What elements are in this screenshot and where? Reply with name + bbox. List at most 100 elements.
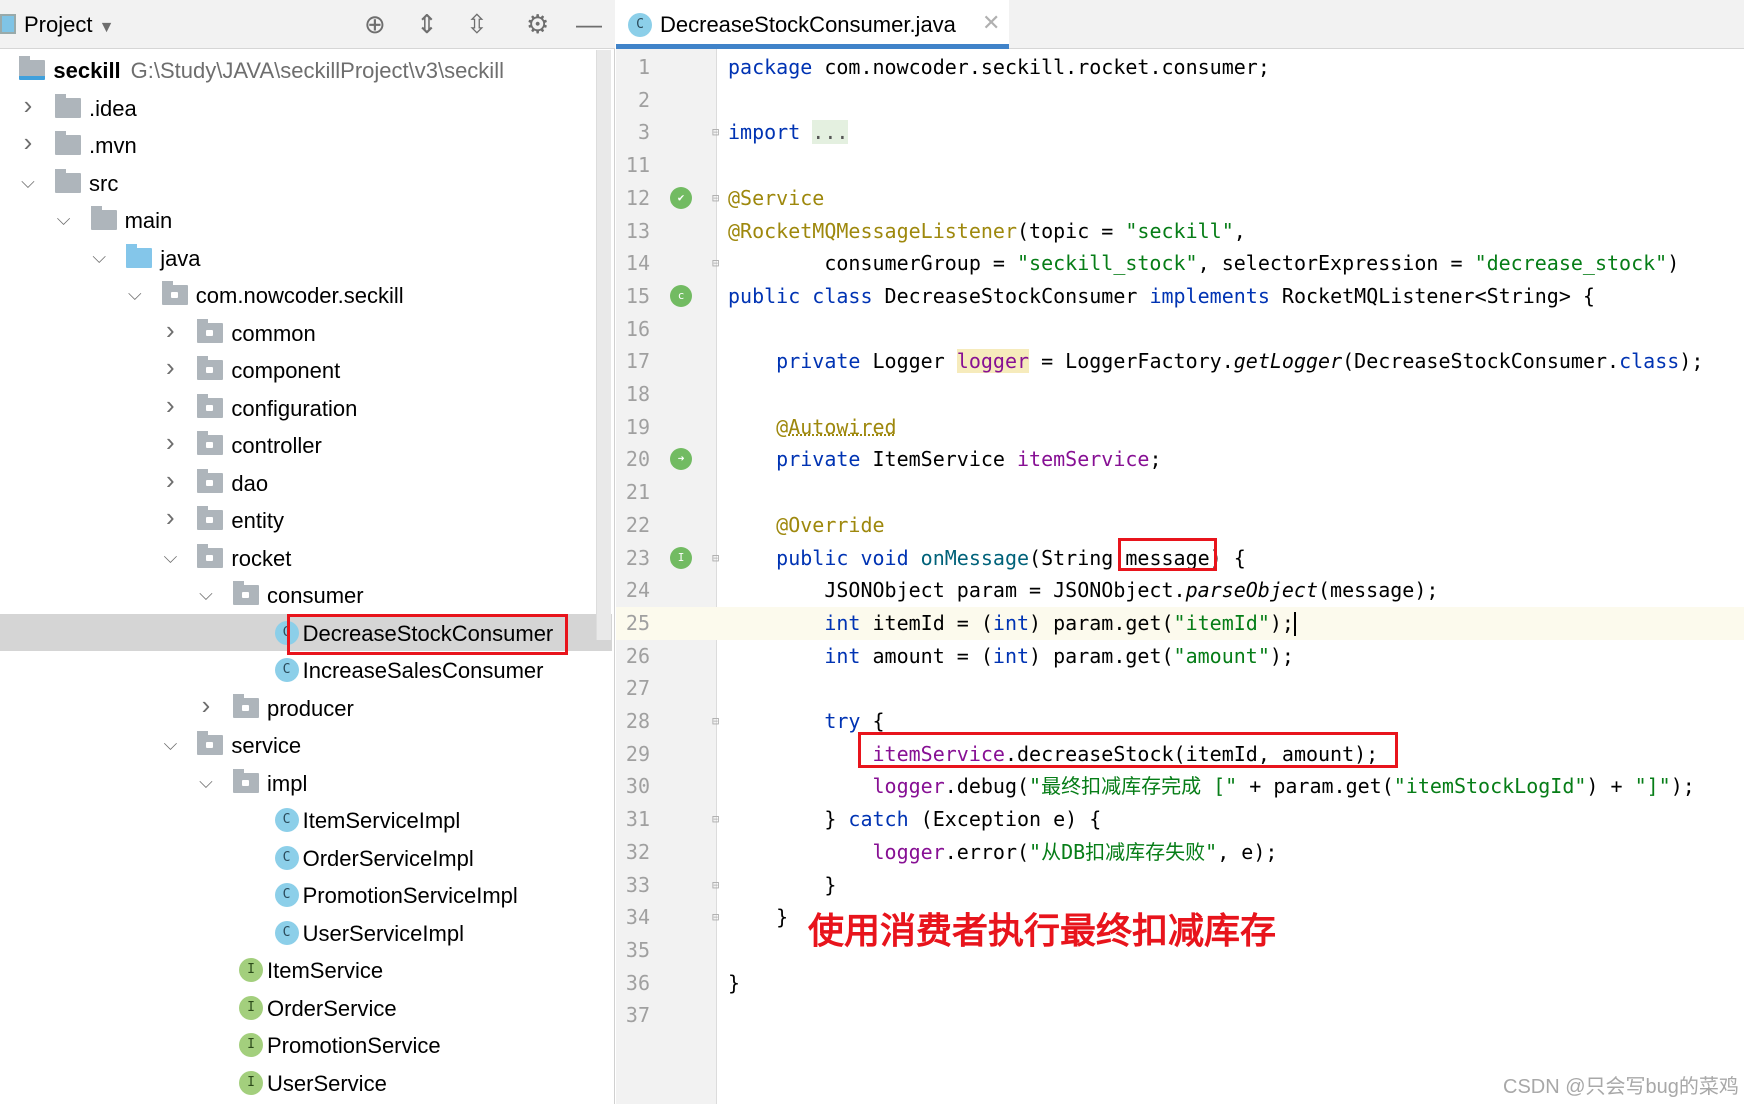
tree-item[interactable]: I OrderService <box>0 989 612 1027</box>
tree-item[interactable]: ⌵ consumer <box>0 576 612 614</box>
code-line[interactable]: 11 <box>616 149 1744 182</box>
tree-item[interactable]: C IncreaseSalesConsumer <box>0 651 612 689</box>
tree-item[interactable]: ⌵ impl <box>0 764 612 802</box>
tree-item[interactable]: › .mvn <box>0 126 612 164</box>
autowired-icon[interactable]: ➜ <box>670 448 692 471</box>
bean-class-icon[interactable]: c <box>670 284 692 307</box>
code-text: int itemId = (int) param.get("itemId"); <box>728 607 1296 640</box>
code-line[interactable]: 36} <box>616 967 1744 1000</box>
tree-item[interactable]: C PromotionServiceImpl <box>0 876 612 914</box>
tree-item[interactable]: › dao <box>0 464 612 502</box>
tree-item[interactable]: ⌵ java <box>0 239 612 277</box>
code-line[interactable]: 3 ⊟ import ... <box>616 116 1744 149</box>
tree-item[interactable]: I PromotionService <box>0 1026 612 1064</box>
chevron-right-icon[interactable]: › <box>18 90 38 121</box>
chevron-down-icon[interactable]: ⌵ <box>89 247 109 268</box>
tree-item[interactable]: ⌵ rocket <box>0 539 612 577</box>
code-line[interactable]: 1 package com.nowcoder.seckill.rocket.con… <box>616 51 1744 84</box>
tree-item[interactable]: ⌵ service <box>0 726 612 764</box>
collapse-all-icon[interactable]: ⇳ <box>466 10 488 38</box>
chevron-down-icon[interactable]: ⌵ <box>160 547 180 568</box>
code-line[interactable]: 25 int itemId = (int) param.get("itemId"… <box>616 606 1744 640</box>
chevron-right-icon[interactable]: › <box>160 390 180 421</box>
code-line[interactable]: 18 <box>616 378 1744 411</box>
chevron-right-icon[interactable]: › <box>160 465 180 496</box>
tree-item[interactable]: I UserService <box>0 1064 612 1102</box>
chevron-right-icon[interactable]: › <box>160 502 180 533</box>
chevron-down-icon[interactable]: ⌵ <box>18 172 38 193</box>
code-line[interactable]: 2 <box>616 84 1744 117</box>
expand-all-icon[interactable]: ⇕ <box>416 10 438 38</box>
code-line[interactable]: 30 logger.debug("最终扣减库存完成 [" + param.get… <box>616 770 1744 803</box>
fold-marker-icon[interactable]: ⊟ <box>712 803 719 836</box>
fold-marker-icon[interactable]: ⊟ <box>712 901 719 934</box>
code-line[interactable]: 19 @Autowired <box>616 411 1744 444</box>
tree-item[interactable]: C UserServiceImpl <box>0 914 612 952</box>
chevron-down-icon[interactable]: ⌵ <box>125 284 145 305</box>
tree-item[interactable]: ⌵ src <box>0 164 612 202</box>
tree-item[interactable]: › producer <box>0 689 612 727</box>
tree-item[interactable]: ⌵ com.nowcoder.seckill <box>0 276 612 314</box>
chevron-down-icon[interactable]: ⌵ <box>160 734 180 755</box>
chevron-down-icon[interactable]: ⌵ <box>196 584 216 605</box>
fold-marker-icon[interactable]: ⊟ <box>712 705 719 738</box>
tree-item[interactable]: › component <box>0 351 612 389</box>
tree-item[interactable]: › .idea <box>0 89 612 127</box>
line-number: 37 <box>625 1003 650 1028</box>
tree-item[interactable]: ⌵ seckill G:\Study\JAVA\seckillProject\v3\… <box>0 51 612 89</box>
chevron-right-icon[interactable]: › <box>160 352 180 383</box>
code-line[interactable]: 22 @Override <box>616 509 1744 542</box>
fold-marker-icon[interactable]: ⊟ <box>712 869 719 902</box>
code-line[interactable]: 16 <box>616 313 1744 346</box>
code-line[interactable]: 14 ⊟ consumerGroup = "seckill_stock", sel… <box>616 247 1744 280</box>
bean-check-icon[interactable]: ✔ <box>670 186 692 209</box>
fold-marker-icon[interactable]: ⊟ <box>712 542 719 575</box>
chevron-right-icon[interactable]: › <box>160 427 180 458</box>
close-icon[interactable]: ✕ <box>982 10 1000 36</box>
code-line[interactable]: 13 @RocketMQMessageListener(topic = "seck… <box>616 215 1744 248</box>
code-line[interactable]: 17 private Logger logger = LoggerFactory… <box>616 345 1744 378</box>
tree-item[interactable]: C OrderServiceImpl <box>0 839 612 877</box>
tab-decrease-stock-consumer[interactable]: C DecreaseStockConsumer.java ✕ <box>616 0 1009 49</box>
code-line[interactable]: 20 ➜ private ItemService itemService; <box>616 443 1744 476</box>
tree-item[interactable]: › common <box>0 314 612 352</box>
code-line[interactable]: 21 <box>616 476 1744 509</box>
chevron-down-icon[interactable]: ⌵ <box>196 772 216 793</box>
line-number: 14 <box>625 251 650 276</box>
code-line[interactable]: 37 <box>616 999 1744 1032</box>
gear-icon[interactable]: ⚙ <box>526 10 549 38</box>
minimize-icon[interactable]: — <box>576 10 602 38</box>
tree-item[interactable]: › entity <box>0 501 612 539</box>
tree-item-name: src <box>89 170 119 196</box>
tree-item[interactable]: C ItemServiceImpl <box>0 801 612 839</box>
code-line[interactable]: 32 logger.error("从DB扣减库存失败", e); <box>616 836 1744 869</box>
tree-item[interactable]: I ItemService <box>0 951 612 989</box>
tree-item[interactable]: ⌵ main <box>0 201 612 239</box>
code-line[interactable]: 24 JSONObject param = JSONObject.parseOb… <box>616 574 1744 607</box>
fold-marker-icon[interactable]: ⊟ <box>712 116 719 149</box>
project-view-selector[interactable]: Project ▼ <box>24 12 114 38</box>
tree-item[interactable]: › controller <box>0 426 612 464</box>
code-line[interactable]: 12 ✔ ⊟ @Service <box>616 182 1744 215</box>
chevron-right-icon[interactable]: › <box>18 127 38 158</box>
code-text: } <box>728 901 788 934</box>
fold-marker-icon[interactable]: ⊟ <box>712 182 719 215</box>
tree-item[interactable]: › configuration <box>0 389 612 427</box>
line-number: 11 <box>625 153 650 178</box>
code-line[interactable]: 31 ⊟ } catch (Exception e) { <box>616 803 1744 836</box>
code-token: getLogger <box>1233 349 1343 374</box>
fold-marker-icon[interactable]: ⊟ <box>712 247 719 280</box>
tree-item-name: common <box>231 320 316 346</box>
code-line[interactable]: 15 c public class DecreaseStockConsumer im… <box>616 280 1744 313</box>
code-line[interactable]: 33 ⊟ } <box>616 869 1744 902</box>
code-line[interactable]: 26 int amount = (int) param.get("amount"… <box>616 640 1744 673</box>
locate-icon[interactable]: ⊕ <box>364 10 386 38</box>
chevron-right-icon[interactable]: › <box>160 315 180 346</box>
tree-scrollbar[interactable] <box>596 50 611 640</box>
chevron-down-icon[interactable]: ⌵ <box>0 59 2 80</box>
code-line[interactable]: 27 <box>616 672 1744 705</box>
implements-method-icon[interactable]: I <box>670 546 692 569</box>
chevron-right-icon[interactable]: › <box>196 690 216 721</box>
tree-item-label: src <box>89 171 118 197</box>
chevron-down-icon[interactable]: ⌵ <box>54 209 74 230</box>
